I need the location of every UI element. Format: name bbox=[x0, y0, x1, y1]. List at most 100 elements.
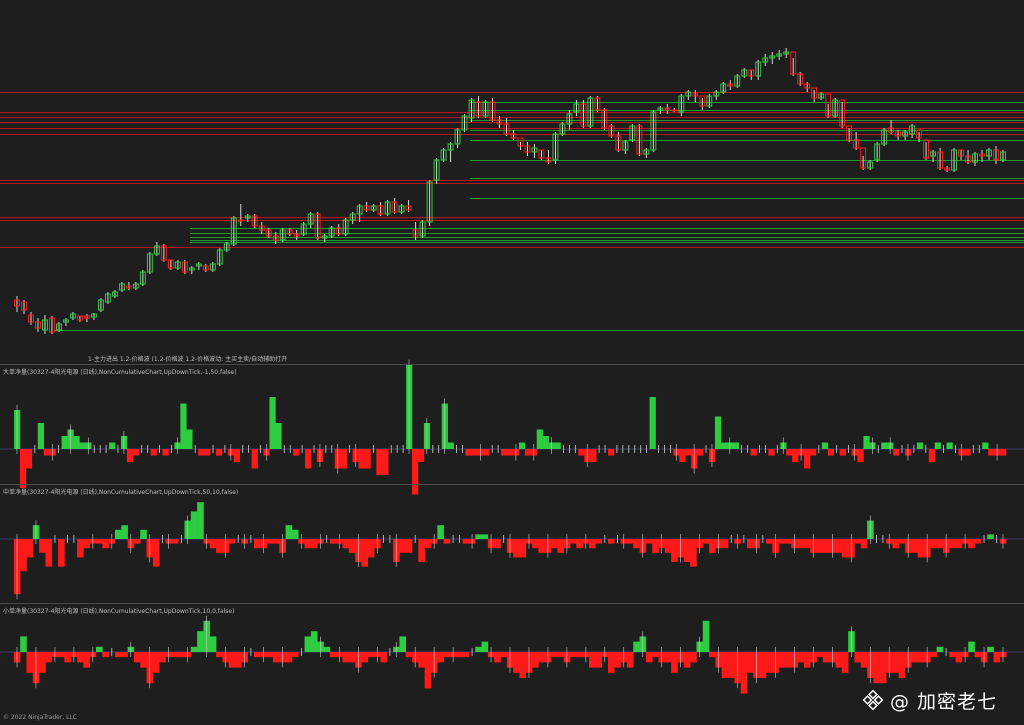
histogram-bar bbox=[608, 449, 615, 456]
histogram-bar bbox=[209, 636, 217, 652]
price-panel-legend: 1-主力进出 1.2-价格波 (1.2-价格波 1.2-价格波动: 主买主卖/自… bbox=[88, 356, 288, 363]
histogram-bar bbox=[216, 652, 223, 658]
panel-separator[interactable] bbox=[0, 484, 1024, 485]
histogram-bar bbox=[554, 442, 561, 449]
histogram-bar bbox=[43, 449, 50, 456]
histogram-bar bbox=[475, 646, 482, 652]
histogram-bar bbox=[821, 442, 829, 449]
histogram-bar bbox=[251, 449, 258, 469]
histogram-bar bbox=[750, 449, 757, 456]
histogram-bar bbox=[133, 539, 141, 544]
histogram-bar bbox=[892, 652, 900, 673]
histogram-bar bbox=[590, 449, 597, 462]
histogram-bar bbox=[132, 449, 140, 456]
histogram-bar bbox=[987, 646, 994, 652]
medium-order-histogram bbox=[0, 502, 1024, 600]
candle-body bbox=[671, 109, 678, 112]
histogram-bar bbox=[418, 539, 425, 562]
histogram-bar bbox=[501, 449, 508, 456]
histogram-bar bbox=[860, 652, 868, 668]
histogram-bar bbox=[536, 429, 543, 449]
histogram-bar bbox=[633, 641, 640, 652]
histogram-bar bbox=[697, 449, 704, 456]
histogram-bar bbox=[857, 449, 864, 462]
histogram-bar bbox=[171, 539, 179, 544]
histogram-bar bbox=[714, 416, 722, 449]
histogram-bar bbox=[898, 539, 906, 544]
panel-separator[interactable] bbox=[0, 364, 1024, 365]
histogram-bar bbox=[863, 436, 870, 449]
histogram-bar bbox=[382, 449, 389, 475]
histogram-bar bbox=[228, 539, 236, 544]
histogram-bar bbox=[987, 534, 994, 539]
histogram-bar bbox=[538, 539, 546, 553]
histogram-bar bbox=[974, 652, 982, 658]
histogram-bar bbox=[803, 652, 811, 668]
histogram-bar bbox=[988, 449, 995, 456]
histogram-bar bbox=[361, 652, 369, 663]
histogram-bar bbox=[150, 449, 157, 456]
histogram-bar bbox=[683, 652, 691, 668]
histogram-bar bbox=[822, 652, 830, 663]
histogram-bar bbox=[532, 652, 539, 668]
histogram-bar bbox=[949, 539, 956, 549]
histogram-bar bbox=[323, 646, 331, 652]
histogram-bar bbox=[275, 423, 282, 449]
histogram-bar bbox=[266, 539, 274, 544]
histogram-bar bbox=[380, 652, 388, 663]
histogram-bar bbox=[747, 652, 754, 673]
histogram-bar bbox=[462, 652, 470, 658]
histogram-bar bbox=[513, 539, 520, 558]
histogram-bar bbox=[471, 449, 478, 456]
histogram-bar bbox=[399, 539, 407, 553]
histogram-bar bbox=[216, 539, 223, 553]
histogram-bar bbox=[171, 652, 179, 658]
histogram-bar bbox=[576, 652, 583, 658]
histogram-bar bbox=[551, 539, 558, 549]
histogram-bar bbox=[198, 449, 205, 456]
histogram-bar bbox=[803, 539, 811, 549]
histogram-bar bbox=[720, 442, 728, 449]
medium-order-panel-label: 中单净量(30327-4阳光电源 (日线),NonCumulativeChart… bbox=[3, 489, 239, 496]
histogram-bar bbox=[456, 652, 463, 658]
histogram-bar bbox=[841, 539, 849, 558]
histogram-bar bbox=[664, 652, 672, 663]
histogram-bar bbox=[61, 436, 68, 449]
histogram-bar bbox=[133, 652, 141, 663]
histogram-bar bbox=[765, 539, 773, 544]
histogram-bar bbox=[595, 652, 602, 668]
histogram-bar bbox=[626, 652, 634, 668]
histogram-bar bbox=[399, 636, 407, 652]
histogram-bar bbox=[437, 652, 444, 663]
histogram-bar bbox=[949, 652, 956, 658]
histogram-bar bbox=[570, 539, 577, 544]
histogram-bar bbox=[73, 436, 80, 449]
histogram-bar bbox=[645, 539, 653, 544]
histogram-bar bbox=[595, 539, 602, 544]
histogram-bar bbox=[747, 539, 754, 549]
panel-separator[interactable] bbox=[0, 603, 1024, 604]
histogram-bar bbox=[494, 539, 501, 549]
watermark-text: @ 加密老七 bbox=[890, 690, 998, 713]
histogram-bar bbox=[186, 429, 193, 449]
histogram-bar bbox=[709, 539, 716, 553]
histogram-bar bbox=[77, 652, 84, 663]
histogram-bar bbox=[405, 539, 413, 553]
histogram-bar bbox=[405, 652, 413, 658]
histogram-bar bbox=[839, 449, 846, 456]
histogram-bar bbox=[816, 539, 824, 553]
small-order-histogram bbox=[0, 615, 1024, 694]
histogram-bar bbox=[702, 539, 710, 544]
histogram-bar bbox=[778, 539, 786, 544]
histogram-bar bbox=[928, 449, 935, 462]
histogram-bar bbox=[348, 652, 356, 663]
histogram-bar bbox=[841, 652, 849, 673]
histogram-bar bbox=[854, 652, 862, 663]
histogram-bar bbox=[121, 525, 128, 539]
histogram-bar bbox=[570, 652, 577, 658]
histogram-bar bbox=[542, 436, 549, 449]
histogram-bar bbox=[524, 449, 532, 456]
histogram-bar bbox=[916, 442, 924, 449]
histogram-bar bbox=[102, 652, 109, 658]
histogram-bar bbox=[447, 442, 454, 449]
